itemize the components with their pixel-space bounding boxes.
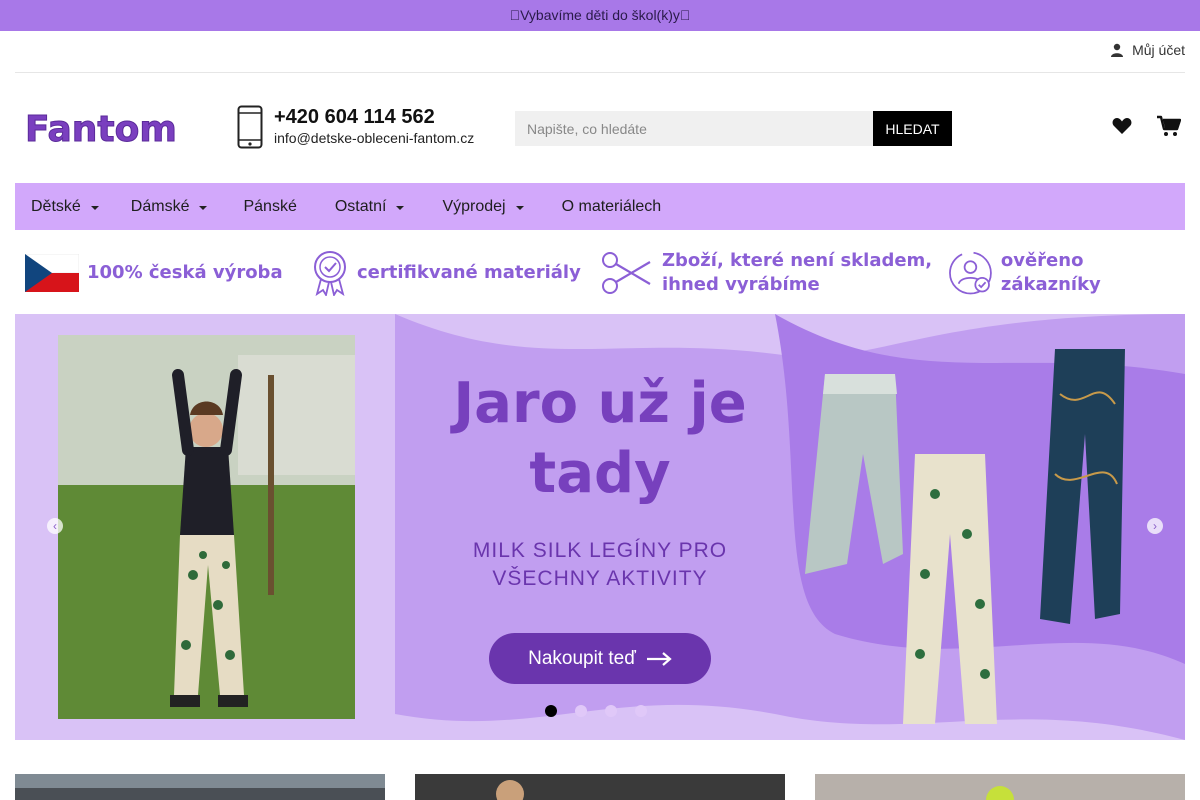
certificate-badge-icon	[314, 251, 346, 296]
nav-label: Dámské	[130, 197, 190, 215]
category-card-2-image	[415, 774, 785, 800]
main-nav: Dětské Dámské Pánské Ostatní Výprodej O …	[15, 183, 1185, 230]
scissors-icon	[602, 252, 651, 294]
nav-item-ostatni[interactable]: Ostatní	[313, 183, 421, 230]
caret-down-icon	[396, 205, 405, 210]
caret-down-icon	[515, 205, 524, 210]
feature-made-line1: Zboží, které není skladem,	[662, 250, 933, 271]
feature-verified-text: ověřeno zákazníky	[1000, 250, 1101, 295]
feature-made-line2: ihned vyrábíme	[662, 274, 820, 295]
nav-label: Dětské	[31, 197, 81, 215]
account-row: Můj účet	[15, 31, 1185, 73]
banner-title: Jaro už je tady	[415, 369, 785, 509]
carousel-dots	[545, 705, 647, 717]
nav-label: Ostatní	[334, 197, 387, 215]
search-button[interactable]: HLEDAT	[873, 111, 952, 146]
search-input[interactable]	[515, 111, 873, 146]
banner-photo-girl	[58, 335, 355, 719]
feature-certified: certifikvané materiály	[311, 232, 581, 314]
category-card-3[interactable]	[815, 774, 1185, 800]
category-card-1-image	[15, 774, 385, 800]
cart-icon[interactable]	[1157, 115, 1181, 137]
nav-item-o-materialech[interactable]: O materiálech	[540, 183, 678, 230]
caret-down-icon	[199, 205, 208, 210]
svg-text:Fantom: Fantom	[25, 109, 175, 150]
feature-czech: 100% česká výroba	[25, 232, 283, 314]
leggings-product-illustration	[805, 349, 1125, 724]
nav-label: O materiálech	[561, 197, 662, 215]
czech-flag-icon	[25, 254, 79, 292]
promo-bar:  Vybavíme děti do škol(k)y 	[0, 0, 1200, 31]
my-account-link[interactable]: Můj účet	[1110, 42, 1185, 58]
nav-item-vyprodej[interactable]: Výprodej	[420, 183, 539, 230]
feature-verified: ověřeno zákazníky	[948, 232, 1185, 314]
verified-customer-icon	[949, 251, 992, 295]
carousel-dot-4[interactable]	[635, 705, 647, 717]
contact-email[interactable]: info@detske-obleceni-fantom.cz	[274, 130, 474, 146]
user-icon	[1111, 43, 1124, 57]
feature-made-to-order: Zboží, které není skladem, ihned vyrábím…	[600, 232, 932, 314]
carousel-dot-2[interactable]	[575, 705, 587, 717]
promo-text[interactable]:  Vybavíme děti do škol(k)y 	[510, 7, 691, 23]
category-cards	[15, 774, 1185, 800]
banner-title-line1: Jaro už je	[453, 371, 747, 436]
carousel-dot-3[interactable]	[605, 705, 617, 717]
phone-number[interactable]: +420 604 114 562	[274, 106, 435, 129]
chevron-left-icon: ‹	[53, 519, 57, 533]
category-card-1[interactable]	[15, 774, 385, 800]
hero-banner[interactable]: Jaro už je tady MILK SILK LEGÍNY PRO VŠE…	[15, 314, 1185, 740]
nav-label: Výprodej	[442, 197, 506, 215]
my-account-label: Můj účet	[1132, 42, 1185, 58]
fantom-logo[interactable]: Fantom	[25, 103, 175, 151]
banner-subtitle: MILK SILK LEGÍNY PRO VŠECHNY AKTIVITY	[415, 537, 785, 593]
arrow-right-icon	[646, 651, 672, 666]
category-card-3-image	[815, 774, 1185, 800]
category-card-2[interactable]	[415, 774, 785, 800]
nav-item-detske[interactable]: Dětské	[15, 183, 115, 230]
chevron-right-icon: ›	[1153, 519, 1157, 533]
feature-made-to-order-text: Zboží, které není skladem, ihned vyrábím…	[662, 249, 932, 297]
nav-item-damske[interactable]: Dámské	[115, 183, 224, 230]
feature-czech-text: 100% česká výroba	[87, 262, 283, 283]
carousel-dot-1[interactable]	[545, 705, 557, 717]
carousel-next-button[interactable]: ›	[1147, 518, 1163, 534]
nav-label: Pánské	[243, 197, 297, 215]
header: Fantom +420 604 114 562 info@detske-oble…	[15, 73, 1185, 183]
phone-icon	[237, 105, 263, 149]
shop-now-label: Nakoupit teď	[528, 647, 636, 669]
carousel-prev-button[interactable]: ‹	[47, 518, 63, 534]
banner-title-line2: tady	[529, 441, 671, 506]
banner-sub-line1: MILK SILK LEGÍNY PRO	[472, 539, 728, 562]
caret-down-icon	[90, 205, 99, 210]
banner-sub-line2: VŠECHNY AKTIVITY	[492, 567, 708, 590]
heart-icon[interactable]	[1112, 117, 1132, 135]
feature-certified-text: certifikvané materiály	[357, 262, 581, 283]
shop-now-button[interactable]: Nakoupit teď	[489, 633, 711, 684]
features-strip: 100% česká výroba certifikvané materiály…	[15, 232, 1185, 314]
nav-item-panske[interactable]: Pánské	[223, 183, 312, 230]
girl-photo-illustration	[58, 335, 355, 719]
